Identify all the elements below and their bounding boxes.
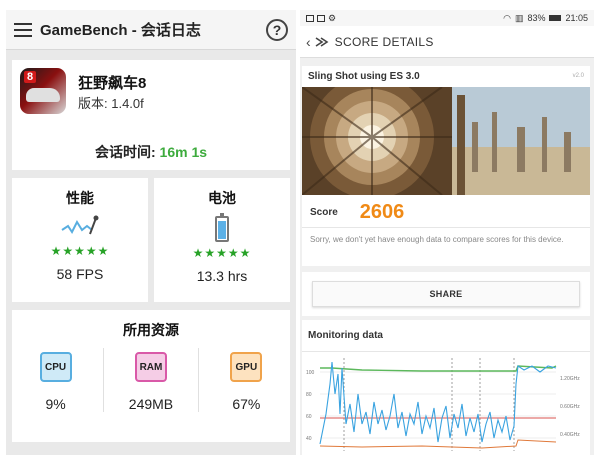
- divider: [102, 348, 104, 412]
- gpu-usage-value: 67%: [232, 396, 261, 412]
- fps-graph-icon: [61, 215, 99, 235]
- app-version: 版本: 1.4.0f: [78, 96, 144, 111]
- image-icon: [317, 14, 325, 22]
- cpu-usage-value: 9%: [45, 396, 66, 412]
- score-details-panel: ⚙ ◠ ▥ 83% 21:05 ‹ SCORE DETAILS Sling Sh…: [300, 10, 594, 455]
- battery-stars: ★★★★★: [192, 246, 252, 260]
- wifi-icon: ◠: [503, 12, 511, 23]
- header-bar: ‹ SCORE DETAILS: [300, 26, 594, 58]
- comparison-message: Sorry, we don't yet have enough data to …: [310, 235, 564, 244]
- notification-icon: [306, 14, 314, 22]
- page-title: GameBench - 会话日志: [40, 22, 201, 39]
- score-value: 2606: [359, 201, 405, 223]
- y-tick-right: 0.40GHz: [560, 432, 580, 438]
- status-bar: ⚙ ◠ ▥ 83% 21:05: [300, 10, 594, 26]
- signal-icon: ▥: [514, 12, 524, 23]
- app-icon-badge: 8: [24, 71, 37, 83]
- share-button[interactable]: SHARE: [312, 281, 580, 307]
- battery-card[interactable]: 电池 ★★★★★ 13.3 hrs: [154, 178, 290, 302]
- battery-status-icon: [549, 15, 562, 21]
- test-name: Sling Shot using ES 3.0: [308, 70, 420, 82]
- performance-stars: ★★★★★: [50, 244, 110, 258]
- help-icon[interactable]: ?: [266, 18, 288, 41]
- y-tick-left: 40: [306, 436, 312, 442]
- y-tick-left: 80: [306, 392, 312, 398]
- resources-row: CPU 9% RAM 249MB GPU 67%: [12, 348, 290, 412]
- performance-title: 性能: [66, 190, 94, 206]
- settings-icon: ⚙: [328, 12, 337, 23]
- resources-card[interactable]: 所用资源 CPU 9% RAM 249MB GPU 67%: [12, 310, 290, 442]
- monitoring-chart: 100 80 60 40 1.20GHz 0.60GHz 0.40GHz: [306, 358, 580, 451]
- y-tick-right: 1.20GHz: [560, 376, 580, 382]
- gpu-chip-icon: GPU: [230, 352, 263, 382]
- monitoring-title: Monitoring data: [302, 320, 590, 352]
- resource-ram: RAM 249MB: [111, 348, 191, 412]
- resource-gpu: GPU 67%: [206, 348, 286, 412]
- ram-usage-value: 249MB: [128, 396, 174, 412]
- monitoring-card: Monitoring data 100 80 60 40 1.20GHz 0.6…: [302, 320, 590, 455]
- car-icon: [26, 88, 60, 102]
- test-hero-image: [302, 87, 590, 195]
- gamebench-panel: GameBench - 会话日志 ? 8 狂野飙车8 版本: 1.4.0f 会话…: [6, 10, 296, 455]
- y-tick-left: 100: [306, 370, 315, 376]
- battery-title: 电池: [208, 190, 236, 206]
- share-section: SHARE: [302, 272, 590, 316]
- performance-value: 58 FPS: [56, 266, 104, 282]
- y-tick-left: 60: [306, 414, 312, 420]
- battery-value: 13.3 hrs: [196, 268, 248, 284]
- test-header: Sling Shot using ES 3.0 v2.0: [302, 66, 590, 86]
- divider: [198, 348, 200, 412]
- 3dmark-logo-icon: [315, 36, 329, 47]
- resources-title: 所用资源: [123, 322, 179, 338]
- performance-card[interactable]: 性能 ★★★★★ 58 FPS: [12, 178, 148, 302]
- test-result-card: Sling Shot using ES 3.0 v2.0 Score 2606 …: [302, 66, 590, 266]
- session-time-label: 会话时间:: [94, 144, 160, 160]
- battery-percent: 83%: [527, 13, 546, 23]
- session-time: 会话时间: 16m 1s: [12, 142, 290, 162]
- battery-icon: [215, 213, 229, 242]
- app-icon: 8: [20, 68, 66, 114]
- app-bar: GameBench - 会话日志 ?: [6, 10, 296, 50]
- menu-icon[interactable]: [14, 22, 32, 37]
- header-title: SCORE DETAILS: [334, 34, 434, 49]
- resource-cpu: CPU 9%: [16, 348, 96, 412]
- app-info-card: 8 狂野飙车8 版本: 1.4.0f 会话时间: 16m 1s: [12, 60, 290, 170]
- cpu-chip-icon: CPU: [39, 352, 72, 382]
- ram-chip-icon: RAM: [134, 352, 167, 382]
- score-row: Score 2606: [302, 198, 590, 228]
- score-label: Score: [310, 207, 338, 218]
- y-tick-right: 0.60GHz: [560, 404, 580, 410]
- clock: 21:05: [565, 13, 588, 23]
- back-icon[interactable]: ‹: [306, 34, 311, 50]
- session-time-value: 16m 1s: [159, 144, 208, 160]
- test-version: v2.0: [572, 73, 584, 79]
- app-name: 狂野飙车8: [78, 75, 147, 92]
